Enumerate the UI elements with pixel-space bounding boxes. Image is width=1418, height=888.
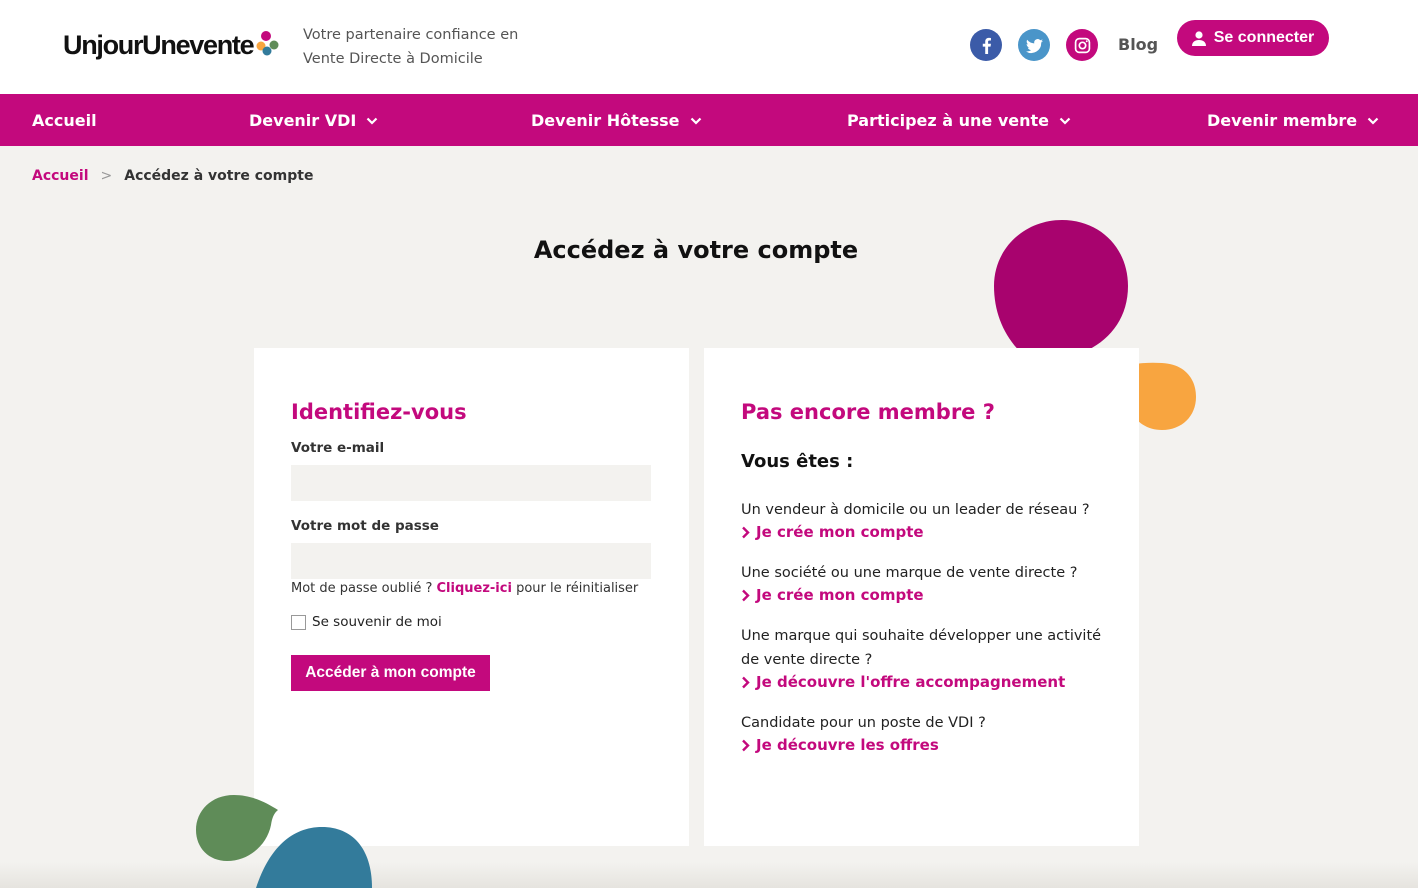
twitter-link[interactable] (1018, 29, 1050, 61)
login-card: Identifiez-vous Votre e-mail Votre mot d… (254, 348, 689, 846)
signup-subtitle: Vous êtes : (741, 451, 854, 472)
nav-item-devenir-membre[interactable]: Devenir membre (1207, 111, 1379, 130)
signup-question-1: Un vendeur à domicile ou un leader de ré… (741, 502, 1090, 518)
twitter-icon (1025, 38, 1043, 53)
nav-item-devenir-vdi[interactable]: Devenir VDI (249, 111, 378, 130)
breadcrumb-current: Accédez à votre compte (124, 168, 314, 184)
instagram-link[interactable] (1066, 29, 1098, 61)
signup-cta-3[interactable]: Je découvre l'offre accompagnement (741, 673, 1065, 691)
breadcrumb: Accueil > Accédez à votre compte (32, 168, 313, 184)
user-icon (1191, 30, 1206, 46)
facebook-icon (982, 37, 991, 54)
signup-question-2: Une société ou une marque de vente direc… (741, 565, 1078, 581)
site-logo[interactable]: UnjourUnevente (63, 30, 255, 61)
chevron-down-icon (1367, 117, 1379, 125)
nav-item-label: Devenir VDI (249, 111, 357, 130)
tagline-line-1: Votre partenaire confiance en (303, 27, 519, 43)
forgot-password-text: Mot de passe oublié ? Cliquez-ici pour l… (291, 581, 638, 596)
tagline-line-2: Vente Directe à Domicile (303, 51, 483, 67)
blog-link[interactable]: Blog (1118, 35, 1158, 54)
nav-item-label: Devenir membre (1207, 111, 1358, 130)
chevron-down-icon (690, 117, 701, 125)
signup-cta-label: Je crée mon compte (756, 586, 924, 604)
password-input[interactable] (291, 543, 651, 579)
chevron-right-icon (742, 739, 750, 751)
signup-cta-label: Je découvre l'offre accompagnement (756, 673, 1066, 691)
nav-item-participez-vente[interactable]: Participez à une vente (847, 111, 1071, 130)
decorative-bubble-green-blue-icon (196, 795, 372, 888)
tagline: Votre partenaire confiance en Vente Dire… (303, 23, 543, 71)
nav-item-devenir-hotesse[interactable]: Devenir Hôtesse (531, 111, 702, 130)
chevron-right-icon (742, 589, 750, 601)
signup-cta-label: Je découvre les offres (756, 736, 939, 754)
main-nav: Accueil Devenir VDI Devenir Hôtesse Part… (0, 94, 1418, 146)
nav-item-label: Participez à une vente (847, 111, 1050, 130)
forgot-suffix: pour le réinitialiser (516, 581, 639, 596)
signup-cta-2[interactable]: Je crée mon compte (741, 586, 924, 604)
breadcrumb-home-link[interactable]: Accueil (32, 168, 89, 184)
submit-login-button[interactable]: Accéder à mon compte (291, 655, 490, 691)
remember-me[interactable]: Se souvenir de moi (291, 614, 442, 630)
remember-me-label: Se souvenir de moi (312, 614, 442, 630)
chevron-right-icon (742, 526, 750, 538)
signup-cta-label: Je crée mon compte (756, 523, 924, 541)
email-input[interactable] (291, 465, 651, 501)
breadcrumb-separator: > (100, 168, 113, 184)
nav-item-accueil[interactable]: Accueil (32, 111, 97, 130)
forgot-password-link[interactable]: Cliquez-ici (437, 581, 512, 596)
signup-question-4: Candidate pour un poste de VDI ? (741, 715, 986, 731)
instagram-icon (1074, 37, 1090, 53)
remember-me-checkbox[interactable] (291, 614, 306, 630)
signup-cta-4[interactable]: Je découvre les offres (741, 736, 939, 754)
forgot-prefix: Mot de passe oublié ? (291, 581, 433, 596)
facebook-link[interactable] (970, 29, 1002, 61)
chevron-down-icon (367, 117, 378, 125)
nav-item-label: Devenir Hôtesse (531, 111, 680, 130)
nav-item-label: Accueil (32, 111, 97, 130)
site-header: UnjourUnevente Votre partenaire confianc… (0, 0, 1418, 94)
chevron-right-icon (742, 676, 750, 688)
email-label: Votre e-mail (291, 440, 385, 456)
login-button[interactable]: Se connecter (1177, 20, 1329, 56)
signup-question-3: Une marque qui souhaite développer une a… (741, 628, 1102, 668)
login-card-title: Identifiez-vous (291, 400, 467, 424)
signup-card: Pas encore membre ? Vous êtes : Un vende… (704, 348, 1139, 846)
chevron-down-icon (1059, 117, 1071, 125)
signup-card-title: Pas encore membre ? (741, 400, 995, 424)
password-label: Votre mot de passe (291, 518, 439, 534)
logo-dots-icon (256, 31, 279, 56)
login-button-label: Se connecter (1213, 29, 1315, 46)
signup-cta-1[interactable]: Je crée mon compte (741, 523, 924, 541)
